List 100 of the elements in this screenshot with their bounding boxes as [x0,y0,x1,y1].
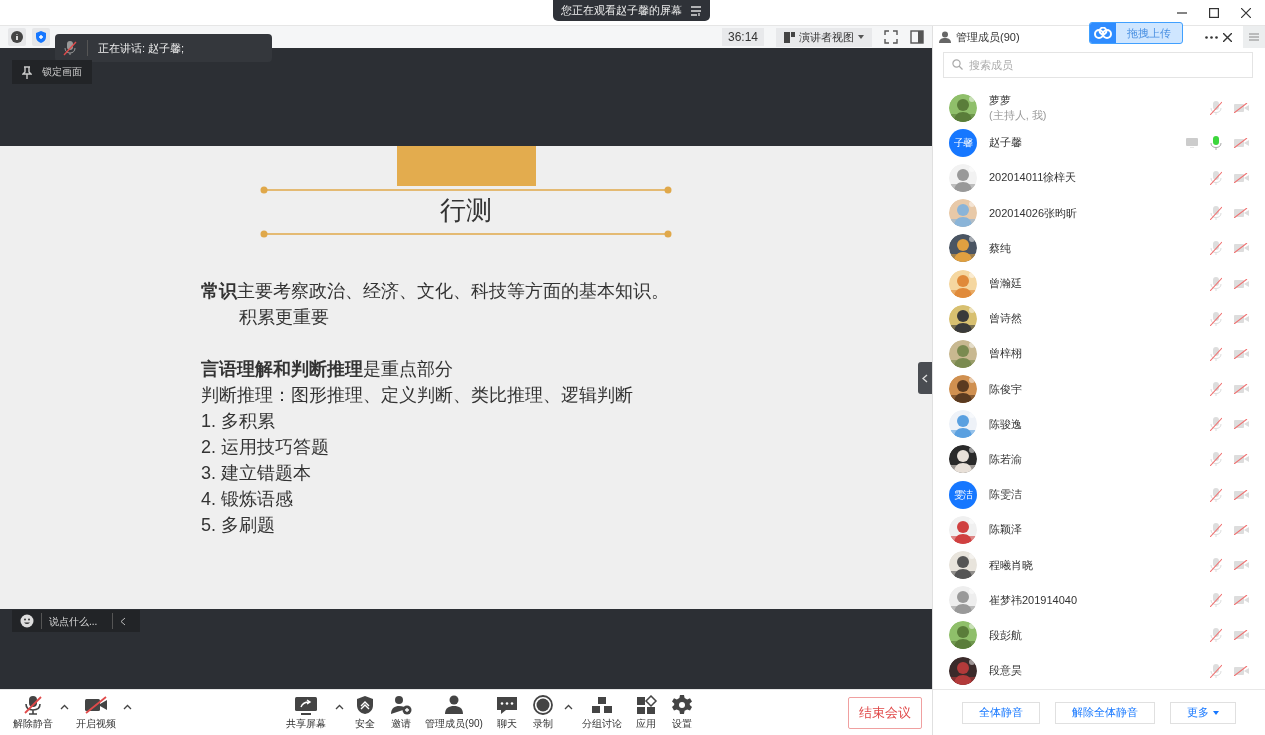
shield-icon[interactable] [32,28,50,46]
member-row[interactable]: 曾诗然 [933,301,1265,337]
more-dropdown-button[interactable]: 更多 [1170,701,1236,724]
member-row[interactable]: 程曦肖晓 [933,547,1265,583]
member-row[interactable]: 雯洁 陈雯洁 [933,477,1265,513]
members-button[interactable]: 管理成员(90) [422,694,486,731]
member-row[interactable]: 崔梦祎201914040 [933,582,1265,618]
info-icon[interactable] [8,28,26,46]
member-row[interactable]: 萝萝 (主持人, 我) [933,90,1265,126]
mic-off-button[interactable]: 解除静音 [10,694,56,731]
microphone-icon[interactable] [1210,487,1222,502]
microphone-icon[interactable] [1210,346,1222,361]
menu-icon [1249,33,1259,41]
breakout-button[interactable]: 分组讨论 [578,694,625,731]
member-name: 陈若渝 [989,451,1023,467]
camera-icon[interactable] [1234,278,1249,289]
end-meeting-button[interactable]: 结束会议 [848,696,922,729]
microphone-icon[interactable] [1210,170,1222,185]
chat-input-bar[interactable]: 说点什么... [12,610,140,632]
camera-icon[interactable] [1234,630,1249,641]
camera-icon[interactable] [1234,419,1249,430]
camera-icon[interactable] [1234,243,1249,254]
chat-field[interactable]: 说点什么... [49,615,105,627]
invite-button[interactable]: 邀请 [386,694,417,731]
camera-icon[interactable] [1234,524,1249,535]
close-icon[interactable] [1241,7,1251,18]
microphone-icon[interactable] [1210,100,1222,115]
microphone-icon[interactable] [1210,628,1222,643]
member-search-field[interactable]: 搜索成员 [943,52,1253,78]
microphone-icon[interactable] [1210,311,1222,326]
member-row[interactable]: 陈颖泽 [933,512,1265,548]
cloud-icon [1094,27,1112,39]
member-row[interactable]: 段意昊 [933,653,1265,689]
view-mode-dropdown[interactable]: 演讲者视图 [776,27,872,47]
member-row[interactable]: 陈若渝 [933,441,1265,478]
microphone-icon[interactable] [1210,241,1222,256]
member-row[interactable]: 202014011徐梓天 [933,160,1265,196]
sidebar-toggle-icon[interactable] [910,30,924,44]
slide-text-line: 3. 建立错题本 [201,462,312,485]
mute-control-button[interactable]: 全体静音 [962,701,1040,724]
member-row[interactable]: 子馨 赵子馨 [933,125,1265,161]
share-button[interactable]: 共享屏幕 [283,694,330,731]
member-name: 陈颖泽 [989,522,1023,538]
member-row[interactable]: 陈骏逸 [933,406,1265,442]
slide-text-line: 5. 多刷题 [201,514,276,537]
camera-icon[interactable] [1234,137,1249,148]
video-off-button[interactable]: 开启视频 [73,694,119,731]
camera-icon[interactable] [1234,384,1249,395]
member-row[interactable]: 段彭航 [933,617,1265,653]
microphone-icon[interactable] [1210,135,1222,150]
member-name: 段彭航 [989,627,1023,643]
caret-icon[interactable] [563,703,573,710]
microphone-icon[interactable] [1210,558,1222,573]
camera-icon[interactable] [1234,313,1249,324]
camera-icon[interactable] [1234,560,1249,571]
microphone-icon[interactable] [1210,417,1222,432]
member-row[interactable]: 曾梓栩 [933,336,1265,372]
member-role: (主持人, 我) [989,107,1048,123]
member-row[interactable]: 202014026张昀昕 [933,195,1265,231]
microphone-icon[interactable] [1210,452,1222,467]
microphone-icon[interactable] [1210,276,1222,291]
menu-icon[interactable] [690,5,702,16]
caret-icon[interactable] [335,703,345,710]
caret-icon[interactable] [60,703,69,710]
camera-icon[interactable] [1234,595,1249,606]
microphone-icon[interactable] [1210,593,1222,608]
member-name: 曾诗然 [989,311,1023,327]
panel-collapse-handle[interactable] [918,362,932,394]
chat-button[interactable]: 聊天 [491,694,522,731]
breakout-icon [589,694,614,715]
member-row[interactable]: 曾瀚廷 [933,265,1265,302]
microphone-icon[interactable] [1210,522,1222,537]
member-name: 萝萝 [989,92,1012,108]
close-icon[interactable] [1223,32,1232,42]
microphone-icon[interactable] [1210,206,1222,221]
panel-menu-button[interactable] [1243,26,1265,48]
microphone-icon[interactable] [1210,382,1222,397]
caret-icon[interactable] [123,703,132,710]
camera-icon[interactable] [1234,102,1249,113]
pin-icon [22,65,32,79]
camera-icon[interactable] [1234,454,1249,465]
camera-icon[interactable] [1234,208,1249,219]
more-icon[interactable] [1205,35,1218,39]
camera-icon[interactable] [1234,172,1249,183]
camera-icon[interactable] [1234,489,1249,500]
member-row[interactable]: 蔡纯 [933,230,1265,266]
shield-button[interactable]: 安全 [350,694,381,731]
maximize-icon[interactable] [1209,7,1219,18]
camera-icon[interactable] [1234,348,1249,359]
mute-control-button[interactable]: 解除全体静音 [1055,701,1155,724]
collapse-icon[interactable] [120,616,126,626]
settings-button[interactable]: 设置 [666,694,697,731]
lock-screen-button[interactable]: 锁定画面 [12,60,92,84]
record-button[interactable]: 录制 [527,694,558,731]
emoji-icon[interactable] [20,614,34,628]
fullscreen-icon[interactable] [884,30,898,44]
microphone-icon[interactable] [1210,663,1222,678]
member-row[interactable]: 陈俊宇 [933,371,1265,407]
camera-icon[interactable] [1234,665,1249,676]
apps-button[interactable]: 应用 [630,694,661,731]
